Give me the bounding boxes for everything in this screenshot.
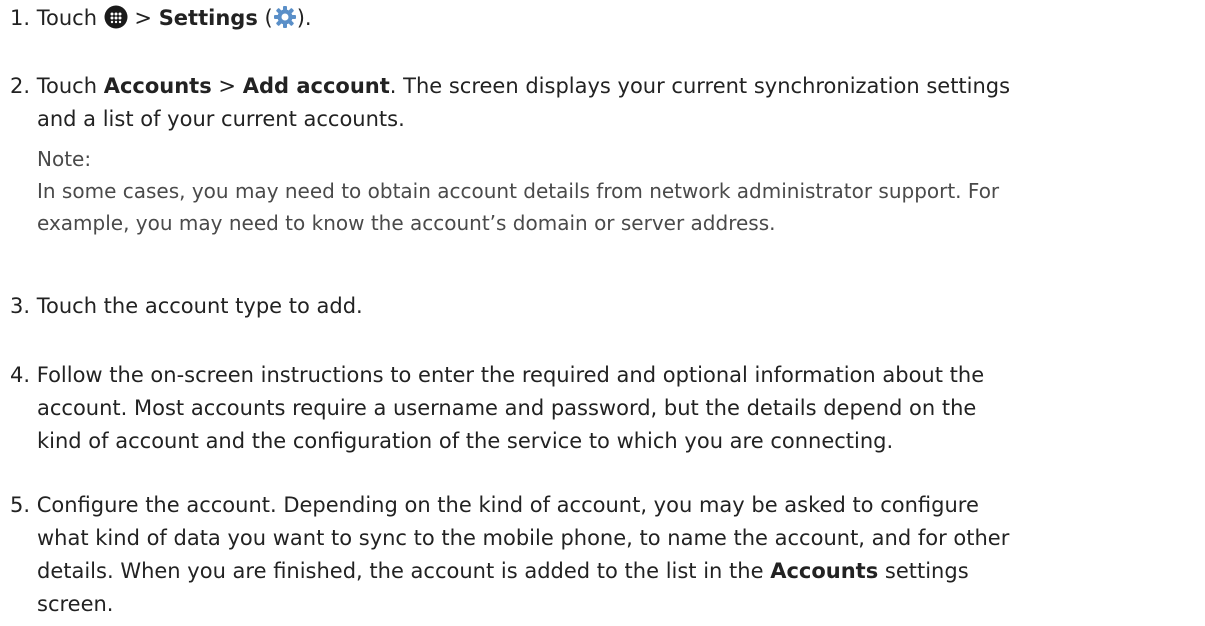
settings-label: Settings	[158, 6, 258, 30]
note-block: Note: In some cases, you may need to obt…	[37, 143, 1197, 239]
step-5: 5. Configure the account. Depending on t…	[10, 489, 1190, 621]
add-account-label: Add account	[242, 74, 390, 98]
accounts-label: Accounts	[770, 559, 879, 583]
step-text: . The screen displays your current synch…	[389, 74, 1011, 98]
step-text-continued: screen.	[37, 592, 114, 616]
step-2: 2. Touch Accounts > Add account. The scr…	[10, 70, 1190, 136]
step-3: 3. Touch the account type to add.	[10, 290, 1190, 323]
step-text: Touch	[36, 74, 98, 98]
step-text: settings	[884, 559, 969, 583]
separator: >	[218, 74, 237, 98]
step-text-continued: what kind of data you want to sync to th…	[37, 526, 1010, 550]
step-text-continued: and a list of your current accounts.	[37, 107, 405, 131]
step-text: Touch	[36, 6, 98, 30]
note-label: Note:	[37, 147, 92, 171]
step-number: 4.	[10, 363, 31, 387]
step-text: Follow the on-screen instructions to ent…	[36, 363, 985, 387]
step-number: 2.	[10, 74, 31, 98]
step-text: Touch the account type to add.	[36, 294, 363, 318]
accounts-label: Accounts	[103, 74, 212, 98]
settings-gear-icon	[273, 5, 297, 39]
step-1: 1. Touch > Settings ().	[10, 2, 1190, 39]
paren-close: ).	[296, 6, 312, 30]
step-text: details. When you are finished, the acco…	[37, 559, 764, 583]
paren-open: (	[264, 6, 273, 30]
step-text-continued: account. Most accounts require a usernam…	[37, 396, 977, 420]
step-number: 1.	[10, 6, 31, 30]
note-line: In some cases, you may need to obtain ac…	[37, 179, 1000, 203]
apps-icon	[104, 5, 128, 39]
step-text-continued: details. When you are finished, the acco…	[10, 555, 1190, 588]
step-text: Configure the account. Depending on the …	[36, 493, 979, 517]
step-number: 5.	[10, 493, 31, 517]
step-number: 3.	[10, 294, 31, 318]
instruction-page: 1. Touch > Settings (). 2. Touch Accoun…	[0, 0, 1205, 626]
separator: >	[134, 6, 152, 30]
step-4: 4. Follow the on-screen instructions to …	[10, 359, 1190, 458]
step-text-continued: kind of account and the configuration of…	[37, 429, 894, 453]
note-line: example, you may need to know the accoun…	[37, 211, 776, 235]
